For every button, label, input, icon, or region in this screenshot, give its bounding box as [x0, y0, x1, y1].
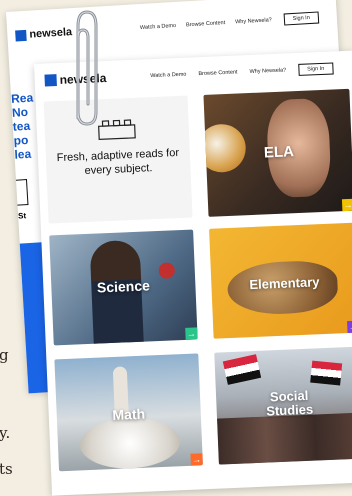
tile-social-studies[interactable]: Social Studies →: [214, 346, 352, 465]
logo-text: newsela: [59, 70, 107, 87]
tile-label: Science: [96, 277, 151, 296]
nav-why-newsela[interactable]: Why Newsela?: [235, 17, 272, 25]
hero-fragment: lea: [14, 146, 32, 162]
sign-in-button[interactable]: Sign In: [283, 11, 320, 26]
brick-icon: [98, 119, 136, 140]
arrow-icon: →: [341, 198, 352, 212]
nav-browse-content[interactable]: Browse Content: [186, 20, 225, 28]
tile-science[interactable]: Science →: [49, 229, 198, 346]
nav-browse-content[interactable]: Browse Content: [198, 69, 237, 77]
logo-text: newsela: [29, 26, 73, 41]
tile-ela[interactable]: ELA →: [203, 88, 352, 217]
back-cta-box: [15, 179, 29, 206]
page-text-line: y.: [0, 424, 11, 442]
tile-image: [217, 412, 352, 465]
page-text-line: g: [0, 346, 9, 364]
front-logo: newsela: [44, 70, 107, 88]
sign-in-button[interactable]: Sign In: [297, 62, 334, 76]
tile-label: Math: [112, 405, 146, 424]
tile-math[interactable]: Math →: [54, 353, 203, 472]
intro-tile: Fresh, adaptive reads for every subject.: [43, 95, 193, 224]
tile-image: [310, 360, 343, 386]
hero-fragment: tea: [12, 118, 31, 134]
hero-fragment: po: [13, 132, 29, 148]
tile-elementary[interactable]: Elementary →: [209, 222, 352, 339]
hero-fragment: No: [11, 104, 29, 120]
back-hero-text: Rea No tea po lea: [10, 90, 34, 162]
back-logo: newsela: [15, 26, 72, 41]
hero-fragment: Rea: [10, 90, 34, 106]
front-header: newsela Watch a Demo Browse Content Why …: [44, 61, 348, 88]
tile-image: [78, 416, 181, 471]
nav-watch-demo[interactable]: Watch a Demo: [140, 23, 176, 31]
nav-watch-demo[interactable]: Watch a Demo: [150, 72, 186, 80]
newsela-logo-icon: [44, 74, 57, 87]
tile-image: [222, 354, 262, 385]
nav-why-newsela[interactable]: Why Newsela?: [249, 67, 286, 75]
arrow-icon: →: [347, 320, 352, 334]
back-side-label: St: [17, 211, 27, 221]
back-header: newsela Watch a Demo Browse Content Why …: [15, 11, 333, 42]
arrow-icon: →: [190, 453, 203, 466]
front-printout: newsela Watch a Demo Browse Content Why …: [34, 50, 352, 496]
page-text-line: ts: [0, 460, 13, 478]
newsela-logo-icon: [15, 29, 27, 41]
tile-label: Social Studies: [265, 387, 314, 419]
arrow-icon: →: [185, 327, 198, 340]
intro-text: Fresh, adaptive reads for every subject.: [56, 147, 180, 177]
